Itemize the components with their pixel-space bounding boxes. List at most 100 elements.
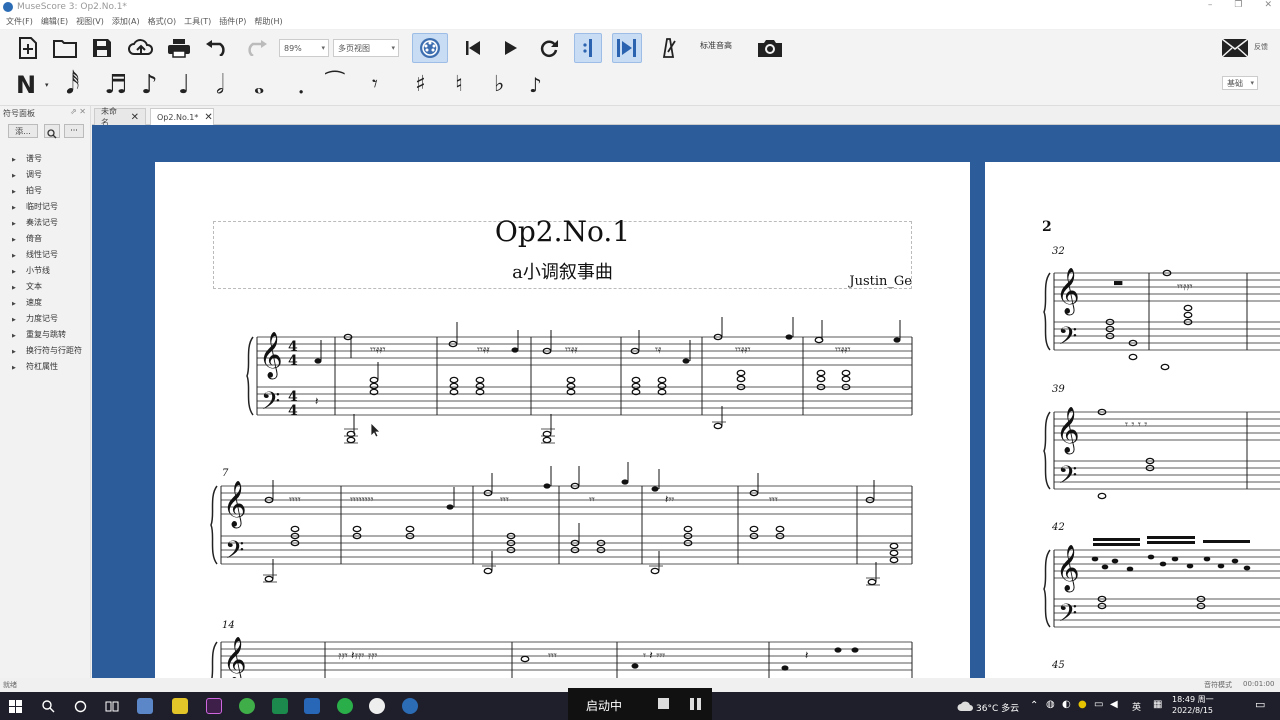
close-tab-icon[interactable]: ✕: [204, 112, 212, 123]
wechat-app-icon[interactable]: [337, 698, 353, 714]
rewind-icon[interactable]: [462, 36, 484, 60]
premiere-app-icon[interactable]: [206, 698, 222, 714]
palette-item-barlines[interactable]: ▶ 小节线: [12, 263, 82, 279]
score-canvas[interactable]: Op2.No.1 a小调叙事曲 Justin_Ge 𝄞 𝄢 𝄞 𝄢 𝄞 4 4 …: [92, 125, 1280, 678]
view-mode-select[interactable]: 多页视图 ▾: [333, 39, 399, 57]
palette-panel-controls[interactable]: ⇗ ✕: [70, 107, 86, 116]
weather-text[interactable]: 36°C 多云: [976, 701, 1019, 714]
palette-item-dynamics[interactable]: ▶ 力度记号: [12, 311, 82, 327]
mail-icon[interactable]: [1220, 37, 1250, 59]
notification-icon[interactable]: ▭: [1255, 698, 1265, 711]
app-icon-blue[interactable]: [304, 698, 320, 714]
palette-item-repeats[interactable]: ▶ 重复与跳转: [12, 327, 82, 343]
duration-32nd-icon[interactable]: ♬: [104, 70, 127, 100]
pause-icon[interactable]: [690, 698, 694, 710]
concert-pitch-label[interactable]: 标准音高: [700, 40, 732, 51]
volume-icon[interactable]: ◀: [1110, 699, 1118, 710]
weather-cloud-icon[interactable]: [957, 701, 973, 712]
duration-whole-icon[interactable]: 𝅝: [254, 70, 264, 100]
app-icon-green[interactable]: [272, 698, 288, 714]
palette-item-accidentals[interactable]: ▶ 临时记号: [12, 199, 82, 215]
menu-plugins[interactable]: 插件(P): [219, 16, 246, 27]
menu-file[interactable]: 文件(F): [6, 16, 33, 27]
loop-playback-icon[interactable]: [537, 36, 561, 60]
menu-help[interactable]: 帮助(H): [254, 16, 282, 27]
palette-item-clefs[interactable]: ▶ 谱号: [12, 151, 82, 167]
palette-item-beam-properties[interactable]: ▶ 符杠属性: [12, 359, 82, 375]
palette-more-button[interactable]: ···: [64, 124, 84, 138]
stop-icon[interactable]: [658, 698, 669, 709]
menu-edit[interactable]: 编辑(E): [41, 16, 68, 27]
app-icon-1[interactable]: [137, 698, 153, 714]
ime-indicator[interactable]: 英: [1132, 700, 1141, 713]
tray-app-icon[interactable]: ◍: [1046, 699, 1055, 710]
maximize-button[interactable]: ❐: [1234, 0, 1242, 10]
palette-search-button[interactable]: [44, 124, 60, 139]
menu-view[interactable]: 视图(V): [76, 16, 104, 27]
tray-expand-icon[interactable]: ⌃: [1030, 700, 1038, 711]
musescore-taskbar-icon[interactable]: [402, 698, 418, 714]
palette-item-breaks-spacers[interactable]: ▶ 换行符与行距符: [12, 343, 82, 359]
feedback-label[interactable]: 反馈: [1254, 42, 1268, 52]
metronome-icon[interactable]: [657, 36, 679, 60]
menu-add[interactable]: 添加(A): [112, 16, 140, 27]
workspace-select[interactable]: 基础 ▾: [1222, 76, 1258, 90]
rest-icon[interactable]: 𝄾: [372, 70, 378, 100]
tab-untitled[interactable]: 未命名 ✕: [94, 107, 146, 127]
tray-app-icon[interactable]: ●: [1078, 699, 1087, 710]
tab-op2-no1[interactable]: Op2.No.1* ✕: [150, 108, 214, 125]
note-input-midi-button[interactable]: [412, 33, 448, 63]
search-icon[interactable]: [42, 700, 55, 713]
pan-score-toggle-button[interactable]: [612, 33, 642, 63]
tie-icon[interactable]: ⁀: [326, 70, 344, 100]
zoom-select[interactable]: 89% ▾: [279, 39, 329, 57]
palette-item-grace-notes[interactable]: ▶ 倚音: [12, 231, 82, 247]
minimize-button[interactable]: –: [1208, 0, 1213, 10]
keyboard-layout-icon[interactable]: ▦: [1153, 699, 1162, 710]
note-input-mode-button[interactable]: N: [16, 70, 36, 100]
chevron-down-icon[interactable]: ▾: [45, 81, 49, 89]
open-folder-icon[interactable]: [52, 36, 78, 60]
flip-direction-icon[interactable]: ♪: [529, 70, 542, 100]
folder-app-icon[interactable]: [172, 698, 188, 714]
augmentation-dot-icon[interactable]: .: [297, 70, 305, 100]
metronome-toggle-button[interactable]: [574, 33, 602, 63]
task-view-icon[interactable]: [105, 700, 119, 713]
cloud-upload-icon[interactable]: [127, 36, 155, 60]
windows-start-icon[interactable]: [9, 700, 22, 713]
tray-app-icon[interactable]: ◐: [1062, 699, 1071, 710]
score-page-2[interactable]: 2 32 39 42 45 𝄞 𝄢 𝄞 𝄢 𝄞 𝄢 ▬ 𝄾𝄾𝄿𝄿𝄾 𝄾 𝄾 𝄾 …: [985, 162, 1280, 678]
clock-date[interactable]: 2022/8/15: [1172, 706, 1213, 715]
duration-quarter-icon[interactable]: ♩: [178, 70, 190, 100]
duration-16th-icon[interactable]: ♪: [141, 70, 158, 100]
clock-time[interactable]: 18:49 周一: [1172, 694, 1214, 705]
network-icon[interactable]: ▭: [1094, 699, 1103, 710]
music-notation[interactable]: 𝄞 𝄢 𝄞 𝄢 𝄞 4 4 4 4 𝄾𝄾𝄿𝄿𝄾 𝄾𝄾𝄿𝄿 𝄾𝄾𝄿𝄿 𝄾𝄿 𝄾𝄾𝄿…: [155, 162, 970, 678]
redo-icon[interactable]: [243, 36, 269, 60]
palette-item-text[interactable]: ▶ 文本: [12, 279, 82, 295]
undo-icon[interactable]: [204, 36, 230, 60]
duration-half-icon[interactable]: 𝅗𝅥: [216, 70, 224, 100]
cortana-icon[interactable]: [74, 700, 87, 713]
palette-item-tempo[interactable]: ▶ 速度: [12, 295, 82, 311]
add-palette-button[interactable]: 添...: [8, 124, 38, 138]
print-icon[interactable]: [166, 36, 192, 60]
new-score-icon[interactable]: [16, 36, 40, 60]
menu-tools[interactable]: 工具(T): [184, 16, 211, 27]
music-notation-page-2[interactable]: 2 32 39 42 45 𝄞 𝄢 𝄞 𝄢 𝄞 𝄢 ▬ 𝄾𝄾𝄿𝄿𝄾 𝄾 𝄾 𝄾 …: [985, 162, 1280, 678]
flat-icon[interactable]: ♭: [494, 70, 504, 100]
menu-format[interactable]: 格式(O): [148, 16, 177, 27]
score-page-1[interactable]: Op2.No.1 a小调叙事曲 Justin_Ge 𝄞 𝄢 𝄞 𝄢 𝄞 4 4 …: [155, 162, 970, 678]
app-icon-white[interactable]: [369, 698, 385, 714]
palette-item-lines[interactable]: ▶ 线性记号: [12, 247, 82, 263]
camera-icon[interactable]: [756, 36, 784, 60]
browser-app-icon[interactable]: [239, 698, 255, 714]
natural-icon[interactable]: ♮: [455, 70, 463, 100]
sharp-icon[interactable]: ♯: [415, 70, 426, 100]
close-button[interactable]: ✕: [1264, 0, 1272, 10]
palette-item-key-signatures[interactable]: ▶ 调号: [12, 167, 82, 183]
close-tab-icon[interactable]: ✕: [131, 112, 139, 123]
play-icon[interactable]: [500, 36, 522, 60]
palette-item-articulations[interactable]: ▶ 奏法记号: [12, 215, 82, 231]
duration-64th-icon[interactable]: 𝅘𝅥𝅰: [66, 70, 79, 100]
